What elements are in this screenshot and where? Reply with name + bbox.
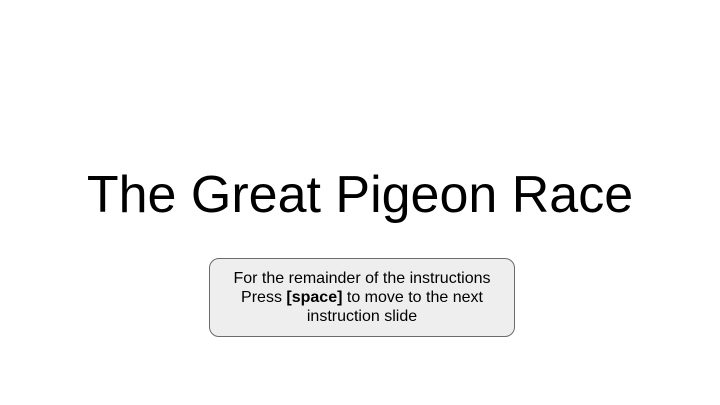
instruction-note-box: For the remainder of the instructions Pr… — [209, 258, 515, 337]
note-move-text: to move to the next — [342, 289, 483, 306]
note-press-text: Press — [241, 289, 287, 306]
note-line-1: For the remainder of the instructions — [233, 270, 491, 287]
instruction-slide: The Great Pigeon Race For the remainder … — [0, 0, 720, 405]
space-key-hint: [space] — [286, 289, 343, 306]
note-line-3: instruction slide — [306, 308, 418, 325]
note-line-2: Press [space] to move to the next — [241, 288, 483, 307]
slide-title: The Great Pigeon Race — [86, 166, 634, 224]
